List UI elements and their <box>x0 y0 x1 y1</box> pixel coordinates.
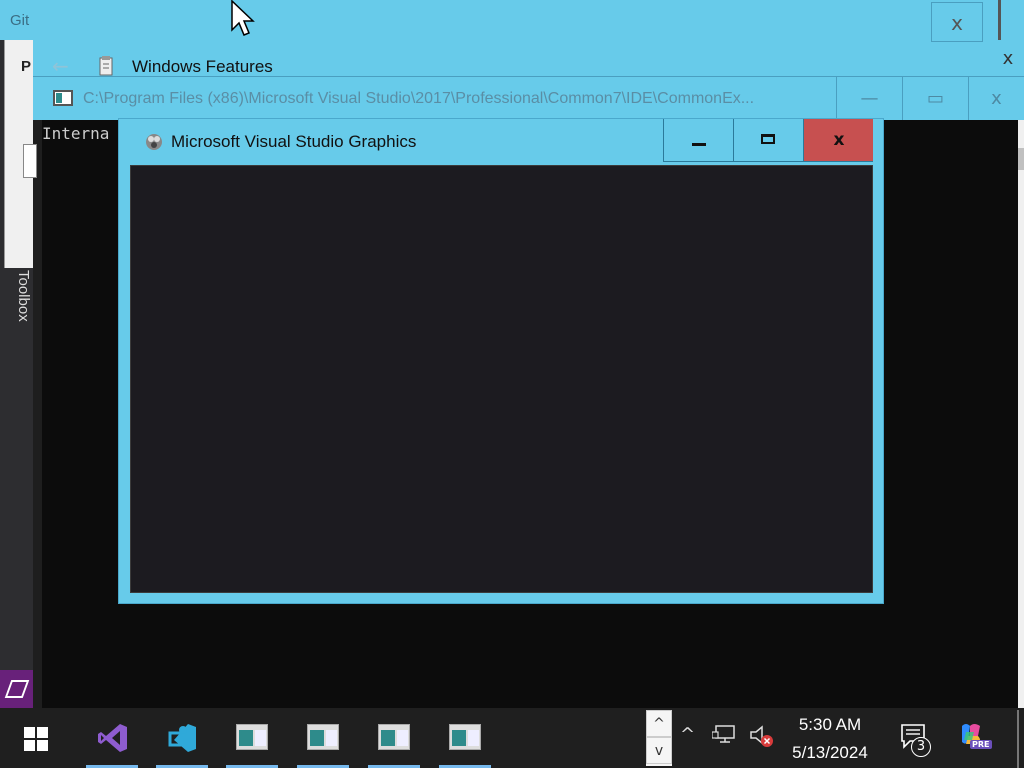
vs-graphics-icon <box>146 134 162 150</box>
vs-installer-icon <box>168 724 196 752</box>
tray-overflow-scroller[interactable]: ^ v <box>646 710 672 766</box>
vs-graphics-minimize-button[interactable] <box>663 119 733 162</box>
vs-graphics-maximize-button[interactable] <box>733 119 803 162</box>
app-window-icon <box>236 724 268 750</box>
visual-studio-icon <box>98 724 127 752</box>
background-panel-field <box>23 144 37 178</box>
window-divider <box>998 0 1001 40</box>
toolbox-tab[interactable]: Toolbox <box>12 270 32 340</box>
copilot-preview-badge: PRE <box>970 740 992 749</box>
back-arrow-icon[interactable]: ← <box>52 54 69 78</box>
notification-count-badge: 3 <box>911 737 931 757</box>
app-window-icon <box>449 724 481 750</box>
copilot-button[interactable]: PRE <box>956 720 992 756</box>
show-desktop-button[interactable] <box>1017 710 1019 768</box>
console-minimize-button[interactable]: — <box>836 77 902 121</box>
notification-center-button[interactable]: 3 <box>898 722 934 758</box>
background-panel-letter: P <box>21 58 32 75</box>
console-title-path: C:\Program Files (x86)\Microsoft Visual … <box>83 90 755 107</box>
console-title-bar: C:\Program Files (x86)\Microsoft Visual … <box>33 76 1024 121</box>
taskbar-window-1[interactable] <box>220 708 284 768</box>
network-icon[interactable] <box>712 724 738 744</box>
vs-graphics-title: Microsoft Visual Studio Graphics <box>171 132 417 151</box>
app-window-icon <box>378 724 410 750</box>
volume-muted-icon[interactable] <box>748 724 778 748</box>
app-window-icon <box>307 724 339 750</box>
console-scrollbar[interactable] <box>1018 120 1024 708</box>
taskbar-visual-studio[interactable] <box>80 708 144 768</box>
maximize-icon <box>761 134 775 144</box>
mouse-cursor-icon <box>231 0 255 36</box>
vs-graphics-window: Microsoft Visual Studio Graphics x <box>118 118 884 604</box>
vs-side-tab-icon <box>4 680 30 698</box>
console-icon <box>53 90 73 106</box>
vs-graphics-close-button[interactable]: x <box>803 119 873 162</box>
vs-side-tab[interactable] <box>0 670 33 708</box>
taskbar-window-3[interactable] <box>362 708 426 768</box>
minimize-icon <box>692 143 706 146</box>
clock-date: 5/13/2024 <box>792 743 868 762</box>
taskbar-window-4[interactable] <box>433 708 497 768</box>
close-icon: x <box>833 130 845 150</box>
console-maximize-button[interactable]: ▭ <box>902 77 968 121</box>
windows-logo-icon <box>24 727 48 751</box>
show-hidden-icons-button[interactable]: ^ <box>680 724 695 745</box>
taskbar-vs-installer[interactable] <box>150 708 214 768</box>
background-tab-label: Git <box>10 12 30 29</box>
console-close-button[interactable]: x <box>968 77 1024 121</box>
windows-features-icon <box>99 56 113 76</box>
background-tab[interactable]: Git <box>0 0 33 40</box>
console-output: Interna <box>42 124 110 143</box>
windows-features-title: Windows Features <box>132 57 273 76</box>
tray-scroll-down-button[interactable]: v <box>646 737 672 764</box>
scrollbar-thumb[interactable] <box>1018 148 1024 170</box>
windows-features-secondary-close-button[interactable]: x <box>993 48 1023 74</box>
background-panel: P <box>4 40 37 268</box>
taskbar-window-2[interactable] <box>291 708 355 768</box>
start-button[interactable] <box>4 708 68 768</box>
clock-time: 5:30 AM <box>798 715 862 734</box>
tray-scroll-up-button[interactable]: ^ <box>646 710 672 737</box>
system-clock[interactable]: 5:30 AM 5/13/2024 <box>780 711 880 767</box>
windows-features-close-button[interactable]: x <box>931 2 983 42</box>
graphics-canvas[interactable] <box>130 165 873 593</box>
